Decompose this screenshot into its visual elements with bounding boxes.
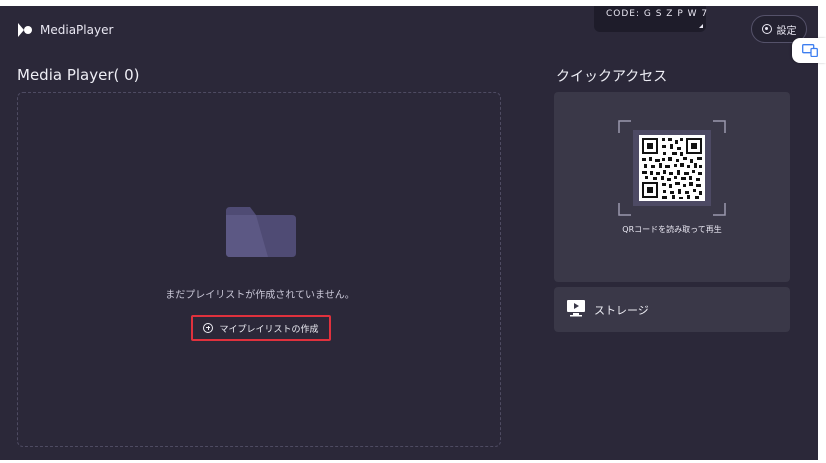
media-player-title: Media Player( 0) bbox=[17, 66, 140, 84]
code-label: CODE: G S Z P W 7 bbox=[606, 9, 709, 19]
playlist-area: まだプレイリストが作成されていません。 マイプレイリストの作成 bbox=[17, 92, 501, 447]
device-switch-icon bbox=[802, 44, 818, 57]
settings-icon bbox=[761, 24, 772, 34]
create-playlist-label: マイプレイリストの作成 bbox=[219, 324, 319, 335]
plus-circle-icon bbox=[203, 323, 214, 333]
settings-label: 設定 bbox=[776, 25, 797, 37]
storage-label: ストレージ bbox=[594, 304, 649, 317]
qr-card[interactable]: QRコードを読み取って再生 bbox=[554, 92, 790, 282]
code-tab[interactable]: CODE: G S Z P W 7 bbox=[594, 6, 709, 32]
qr-caption: QRコードを読み取って再生 bbox=[622, 225, 722, 234]
device-switch-tab[interactable] bbox=[792, 38, 826, 63]
qr-code-icon bbox=[618, 120, 726, 216]
app-name: MediaPlayer bbox=[40, 23, 114, 37]
empty-playlist-message: まだプレイリストが作成されていません。 bbox=[165, 290, 355, 301]
create-playlist-button[interactable]: マイプレイリストの作成 bbox=[191, 315, 331, 341]
folder-icon bbox=[226, 207, 296, 257]
storage-icon bbox=[567, 300, 585, 317]
storage-button[interactable]: ストレージ bbox=[554, 287, 790, 332]
logo-icon bbox=[18, 23, 32, 37]
app-window: MediaPlayer 設定 CODE: G S Z P W 7 Media P… bbox=[0, 6, 818, 460]
quick-access-title: クイックアクセス bbox=[556, 69, 668, 85]
corner-indicator-icon bbox=[699, 24, 703, 28]
